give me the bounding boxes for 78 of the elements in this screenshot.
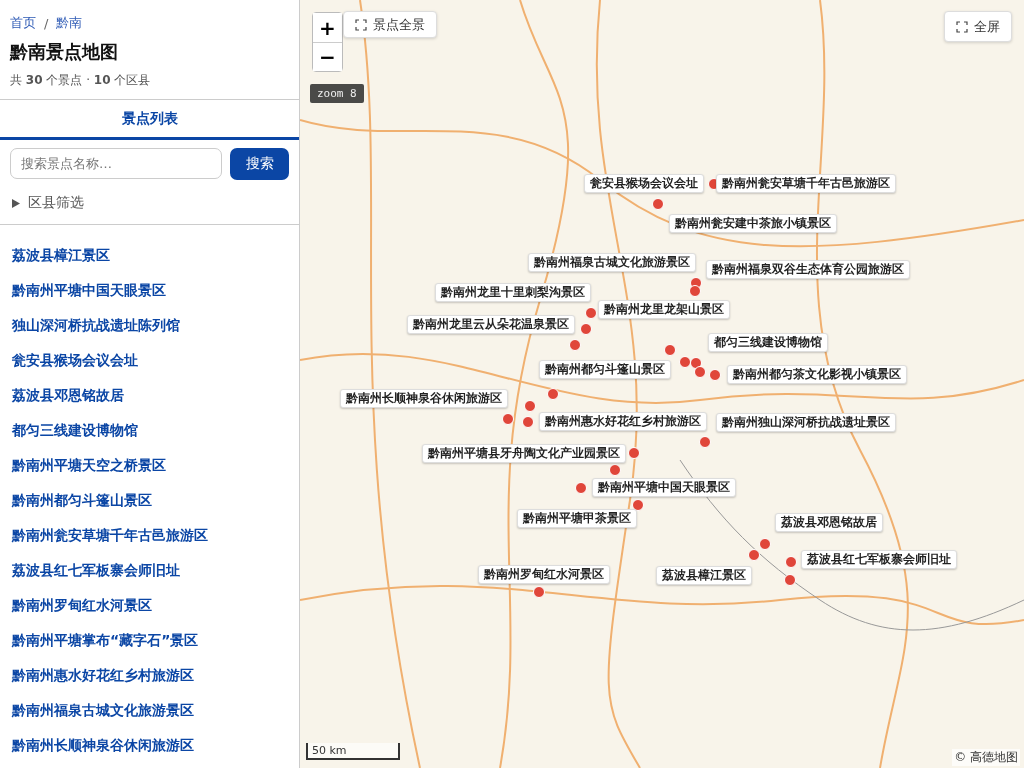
fullscreen-icon	[355, 18, 367, 31]
spot-list-item[interactable]: 黔南州长顺神泉谷休闲旅游区	[12, 735, 287, 755]
spot-list-item[interactable]: 黔南州罗甸红水河景区	[12, 595, 287, 615]
spot-list-item[interactable]: 黔南州福泉古城文化旅游景区	[12, 700, 287, 720]
spot-list-item[interactable]: 黔南州平塘掌布“藏字石”景区	[12, 630, 287, 650]
spot-list-item[interactable]: 荔波县樟江景区	[12, 245, 287, 265]
district-filter-toggle[interactable]: 区县筛选	[0, 180, 299, 225]
marker-label[interactable]: 黔南州罗甸红水河景区	[478, 565, 610, 584]
marker-label[interactable]: 黔南州都匀茶文化影视小镇景区	[727, 365, 907, 384]
map-marker-icon[interactable]	[628, 447, 640, 459]
list-tab[interactable]: 景点列表	[0, 100, 299, 140]
map-marker-icon[interactable]	[652, 198, 664, 210]
map-marker-icon[interactable]	[689, 285, 701, 297]
map-marker-icon[interactable]	[575, 482, 587, 494]
map-marker-icon[interactable]	[784, 574, 796, 586]
marker-label[interactable]: 都匀三线建设博物馆	[708, 333, 828, 352]
spot-list-item[interactable]: 荔波县邓恩铭故居	[12, 385, 287, 405]
zoom-out-button[interactable]: −	[313, 42, 342, 71]
overview-button[interactable]: 景点全景	[343, 11, 437, 38]
spot-list-item[interactable]: 黔南州平塘中国天眼景区	[12, 280, 287, 300]
map-marker-icon[interactable]	[580, 323, 592, 335]
zoom-level-badge: zoom 8	[310, 84, 364, 103]
breadcrumb-link[interactable]: 首页	[10, 14, 36, 32]
map-marker-icon[interactable]	[759, 538, 771, 550]
marker-label[interactable]: 黔南州瓮安草塘千年古邑旅游区	[716, 174, 896, 193]
scale-bar: 50 km	[306, 743, 400, 760]
marker-label[interactable]: 黔南州长顺神泉谷休闲旅游区	[340, 389, 508, 408]
map-marker-icon[interactable]	[524, 400, 536, 412]
map-marker-icon[interactable]	[699, 436, 711, 448]
spot-list-item[interactable]: 黔南州瓮安草塘千年古邑旅游区	[12, 525, 287, 545]
marker-label[interactable]: 黔南州都匀斗篷山景区	[539, 360, 671, 379]
map-marker-icon[interactable]	[502, 413, 514, 425]
triangle-icon	[12, 198, 20, 208]
marker-label[interactable]: 黔南州福泉古城文化旅游景区	[528, 253, 696, 272]
breadcrumb-link[interactable]: 黔南	[56, 14, 83, 32]
marker-label[interactable]: 瓮安县猴场会议会址	[584, 174, 704, 193]
marker-label[interactable]: 黔南州平塘县牙舟陶文化产业园景区	[422, 444, 626, 463]
map-marker-icon[interactable]	[690, 357, 702, 369]
spot-list-item[interactable]: 瓮安县猴场会议会址	[12, 350, 287, 370]
marker-label[interactable]: 荔波县樟江景区	[656, 566, 752, 585]
map-marker-icon[interactable]	[585, 307, 597, 319]
fullscreen-button[interactable]: 全屏	[944, 11, 1012, 42]
marker-label[interactable]: 荔波县邓恩铭故居	[775, 513, 883, 532]
spot-list-item[interactable]: 黔南州惠水好花红乡村旅游区	[12, 665, 287, 685]
marker-label[interactable]: 黔南州平塘中国天眼景区	[592, 478, 736, 497]
map-attribution: © 高德地图	[952, 749, 1020, 766]
map-marker-icon[interactable]	[533, 586, 545, 598]
fullscreen-icon	[956, 20, 968, 33]
marker-label[interactable]: 黔南州龙里龙架山景区	[598, 300, 730, 319]
map-marker-icon[interactable]	[694, 366, 706, 378]
marker-label[interactable]: 荔波县红七军板寨会师旧址	[801, 550, 957, 569]
marker-label[interactable]: 黔南州平塘甲茶景区	[517, 509, 637, 528]
map-marker-icon[interactable]	[748, 549, 760, 561]
spot-list-item[interactable]: 都匀三线建设博物馆	[12, 420, 287, 440]
map-marker-icon[interactable]	[609, 464, 621, 476]
spot-list-item[interactable]: 独山深河桥抗战遗址陈列馆	[12, 315, 287, 335]
marker-label[interactable]: 黔南州龙里云从朵花温泉景区	[407, 315, 575, 334]
marker-label[interactable]: 黔南州独山深河桥抗战遗址景区	[716, 413, 896, 432]
spot-list-item[interactable]: 黔南州平塘天空之桥景区	[12, 455, 287, 475]
spot-list-item[interactable]: 黔南州都匀斗篷山景区	[12, 490, 287, 510]
map-marker-icon[interactable]	[632, 499, 644, 511]
map-marker-icon[interactable]	[709, 369, 721, 381]
map-marker-icon[interactable]	[522, 416, 534, 428]
marker-label[interactable]: 黔南州福泉双谷生态体育公园旅游区	[706, 260, 910, 279]
map-marker-icon[interactable]	[664, 344, 676, 356]
map-marker-icon[interactable]	[547, 388, 559, 400]
marker-label[interactable]: 黔南州瓮安建中茶旅小镇景区	[669, 214, 837, 233]
map-marker-icon[interactable]	[569, 339, 581, 351]
stats-text: 共 30 个景点 · 10 个区县	[10, 72, 152, 89]
search-field[interactable]: 搜索景点名称…	[10, 148, 223, 179]
map-marker-icon[interactable]	[679, 356, 691, 368]
marker-label[interactable]: 黔南州惠水好花红乡村旅游区	[539, 412, 707, 431]
spot-list-item[interactable]: 荔波县红七军板寨会师旧址	[12, 560, 287, 580]
page-title: 黔南景点地图	[10, 40, 119, 64]
search-button[interactable]: 搜索	[230, 148, 289, 180]
map-marker-icon[interactable]	[785, 556, 797, 568]
breadcrumb-separator: /	[44, 15, 49, 31]
marker-label[interactable]: 黔南州龙里十里刺梨沟景区	[435, 283, 591, 302]
